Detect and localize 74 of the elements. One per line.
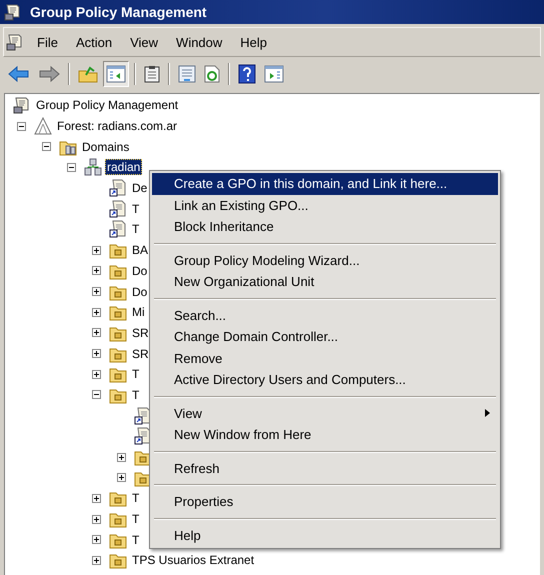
menu-option[interactable]: Properties <box>152 491 498 512</box>
tree-item[interactable]: TPS Usuarios Extranet <box>130 552 256 568</box>
expand-icon[interactable] <box>92 514 101 524</box>
menu-option[interactable]: View <box>152 402 498 424</box>
window-title: Group Policy Management <box>30 4 207 20</box>
expand-icon[interactable] <box>92 349 101 358</box>
expand-icon[interactable] <box>92 535 101 544</box>
tree-item[interactable]: BA <box>130 242 150 258</box>
menu-item[interactable]: Help <box>231 32 276 52</box>
expand-icon[interactable] <box>92 308 101 317</box>
tree-item[interactable]: Group Policy Management <box>34 97 180 114</box>
expand-icon[interactable] <box>117 473 126 482</box>
tree-item[interactable]: T <box>130 221 142 238</box>
menu-option[interactable]: Refresh <box>152 458 498 479</box>
menu-item[interactable]: Action <box>66 32 122 52</box>
expand-icon[interactable] <box>92 328 101 338</box>
collapse-icon[interactable] <box>92 390 101 400</box>
expand-icon[interactable] <box>92 556 101 565</box>
expand-icon[interactable] <box>92 287 101 296</box>
menu-option[interactable]: Change Domain Controller... <box>152 326 498 348</box>
menu-item[interactable]: View <box>121 32 168 52</box>
tree-toggle-button[interactable] <box>103 61 129 87</box>
expand-icon[interactable] <box>92 494 101 503</box>
clipboard-icon <box>144 65 160 83</box>
menu-option[interactable]: New Window from Here <box>152 424 498 446</box>
menu-option[interactable]: Help <box>152 524 498 546</box>
help-icon <box>238 64 256 84</box>
network-icon <box>84 158 102 176</box>
tree-item[interactable]: De <box>130 180 150 196</box>
tree-item[interactable]: Forest: radians.com.ar <box>55 118 180 134</box>
menu-option[interactable]: Link an Existing GPO... <box>152 194 498 216</box>
left-arrow-icon <box>8 65 30 83</box>
collapse-icon[interactable] <box>67 162 76 172</box>
expand-icon[interactable] <box>92 246 101 255</box>
menu-option[interactable]: Block Inheritance <box>152 216 498 238</box>
scroll-icon <box>13 96 31 114</box>
scroll-icon <box>6 33 24 51</box>
tree-item[interactable]: T <box>130 490 142 506</box>
tree-item[interactable]: T <box>130 511 142 528</box>
folder-icon <box>78 65 98 83</box>
tree-item[interactable]: T <box>130 386 142 403</box>
window-pane-icon <box>264 65 284 83</box>
expand-icon[interactable] <box>92 370 101 379</box>
menu-item[interactable]: Window <box>167 32 232 52</box>
shortcut-icon <box>109 220 127 238</box>
refresh-icon <box>204 65 220 83</box>
menu-option[interactable]: Active Directory Users and Computers... <box>152 369 498 390</box>
tree-item[interactable]: T <box>130 366 142 382</box>
collapse-icon[interactable] <box>42 142 51 152</box>
menu-option[interactable]: Search... <box>152 304 498 326</box>
triangle-icon <box>34 117 52 136</box>
tree-item[interactable]: Do <box>130 284 150 300</box>
window-pane-icon <box>106 65 126 83</box>
tree-item[interactable]: SR <box>130 346 151 362</box>
menu-item[interactable]: File <box>28 32 67 52</box>
scroll-icon <box>4 3 22 21</box>
menu-option[interactable]: Create a GPO in this domain, and Link it here... <box>152 173 498 194</box>
shortcut-icon <box>109 179 127 198</box>
tree-item[interactable]: Do <box>130 262 150 279</box>
menu-option[interactable]: Group Policy Modeling Wizard... <box>152 250 498 271</box>
menu-option[interactable]: Remove <box>152 348 498 369</box>
tree-item[interactable]: T <box>130 200 142 217</box>
tree-item[interactable]: Mi <box>130 304 147 320</box>
right-arrow-icon <box>38 65 60 83</box>
expand-icon[interactable] <box>92 266 101 276</box>
collapse-icon[interactable] <box>17 122 26 131</box>
shortcut-icon <box>109 200 127 218</box>
document-icon <box>178 65 196 83</box>
tree-item[interactable]: T <box>130 532 142 548</box>
expand-icon[interactable] <box>117 452 126 462</box>
menu-option[interactable]: New Organizational Unit <box>152 271 498 292</box>
tree-item[interactable]: SR <box>130 324 151 341</box>
tree-item[interactable]: Domains <box>80 138 132 155</box>
tree-item[interactable]: radian <box>105 159 142 176</box>
